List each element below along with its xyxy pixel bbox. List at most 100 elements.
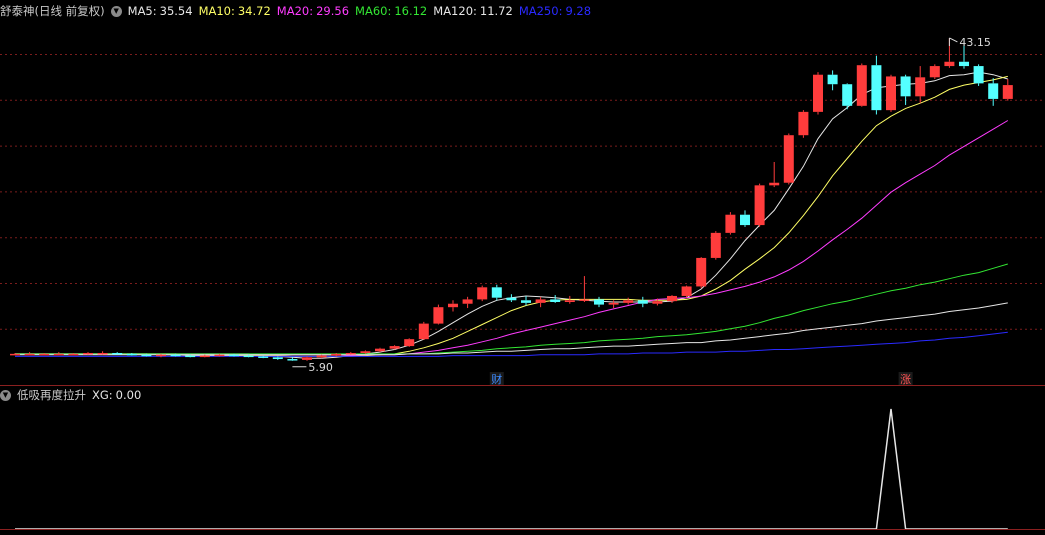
candle[interactable] <box>915 66 926 104</box>
candle[interactable] <box>988 78 999 106</box>
candle[interactable] <box>448 300 458 312</box>
candle[interactable] <box>681 285 692 298</box>
candle[interactable] <box>345 352 356 355</box>
candle-body-up <box>813 74 823 112</box>
candle-body-up <box>667 295 677 302</box>
candle[interactable] <box>433 304 444 325</box>
candle[interactable] <box>783 133 794 185</box>
candle-body-up <box>477 287 488 300</box>
candle-body-down <box>988 83 999 99</box>
candle-body-up <box>360 351 371 353</box>
candle-body-down <box>827 74 838 85</box>
high-annotation-arrow <box>949 37 958 43</box>
candle[interactable] <box>710 231 721 260</box>
ma60-value: 16.12 <box>394 4 428 18</box>
candle[interactable] <box>491 284 502 301</box>
ma120-value: 11.72 <box>479 4 513 18</box>
candle[interactable] <box>900 74 911 105</box>
ma5-value: 35.54 <box>159 4 193 18</box>
xg-legend: XG: 0.00 <box>92 388 141 402</box>
candle-body-down <box>594 299 604 305</box>
candle[interactable] <box>973 64 984 86</box>
candle[interactable] <box>521 295 531 306</box>
candle-body-up <box>929 66 940 78</box>
indicator-title: 低吸再度拉升 <box>17 388 86 402</box>
candle[interactable] <box>83 352 93 355</box>
candle[interactable] <box>579 276 590 302</box>
candle-body-up <box>579 299 590 301</box>
candle[interactable] <box>506 294 517 302</box>
low-price-label: 5.90 <box>308 361 333 374</box>
event-marker[interactable]: 财 <box>489 372 504 386</box>
ma5-label: MA5: <box>127 4 157 18</box>
candle[interactable] <box>769 162 780 188</box>
candle-body-up <box>725 214 736 233</box>
candle[interactable] <box>696 257 707 289</box>
candle-body-up <box>696 257 707 287</box>
candle-body-up <box>623 300 634 303</box>
stock-chart[interactable]: 43.15 5.90 财涨 <box>0 0 1045 535</box>
candle[interactable] <box>550 295 561 303</box>
candle[interactable] <box>740 210 750 227</box>
candle[interactable] <box>813 72 823 115</box>
candle-body-down <box>185 355 196 358</box>
candle[interactable] <box>827 70 838 91</box>
candle-body-up <box>681 286 692 296</box>
candle-body-down <box>287 359 298 361</box>
candle[interactable] <box>725 212 736 235</box>
candle[interactable] <box>1002 79 1013 101</box>
candle-body-up <box>97 352 108 355</box>
event-markers[interactable]: 财涨 <box>489 372 913 386</box>
candle[interactable] <box>623 297 634 305</box>
candle[interactable] <box>418 321 429 341</box>
candle-body-down <box>126 353 137 356</box>
candle[interactable] <box>462 296 473 309</box>
candle[interactable] <box>754 183 765 227</box>
candle-body-up <box>156 354 166 357</box>
candle[interactable] <box>637 296 648 308</box>
candle[interactable] <box>97 351 108 355</box>
candlesticks[interactable] <box>10 37 1013 361</box>
ma250-line <box>15 331 1008 357</box>
chart-title: 舒泰神(日线 前复权) <box>0 4 105 18</box>
candle-body-up <box>856 65 867 106</box>
candle[interactable] <box>535 296 546 308</box>
candle[interactable] <box>798 110 809 138</box>
candle-body-down <box>229 354 239 357</box>
candle[interactable] <box>929 64 940 80</box>
candle-body-down <box>170 354 181 357</box>
candle-body-down <box>637 300 648 304</box>
candle-body-up <box>331 353 342 356</box>
ma10-label: MA10: <box>198 4 235 18</box>
candle-body-up <box>24 353 35 356</box>
candle-body-up <box>345 352 356 355</box>
candle[interactable] <box>871 55 882 115</box>
candle-body-down <box>959 61 969 67</box>
ma10-value: 34.72 <box>237 4 271 18</box>
ma20-value: 29.56 <box>316 4 350 18</box>
ma10-line <box>15 75 1008 357</box>
event-marker[interactable]: 涨 <box>898 372 913 386</box>
ma250-value: 9.28 <box>565 4 592 18</box>
candle[interactable] <box>112 352 123 355</box>
candle[interactable] <box>477 285 488 302</box>
high-price-label: 43.15 <box>959 36 991 49</box>
candle-body-up <box>886 76 896 111</box>
candle[interactable] <box>842 83 853 110</box>
candle-body-up <box>608 302 619 305</box>
candle-body-up <box>302 357 312 360</box>
chevron-down-icon[interactable]: ▼ <box>110 5 122 17</box>
candle[interactable] <box>39 352 50 356</box>
candle[interactable] <box>404 338 415 347</box>
candle[interactable] <box>594 296 604 308</box>
candle[interactable] <box>68 352 79 356</box>
candle-body-up <box>652 301 663 304</box>
indicator-legend: ▼ 低吸再度拉升 XG: 0.00 <box>0 386 141 404</box>
candle-body-up <box>418 323 429 340</box>
candle[interactable] <box>10 352 20 356</box>
candle[interactable] <box>126 352 137 356</box>
chevron-down-icon[interactable]: ▼ <box>0 389 11 401</box>
candle[interactable] <box>886 74 896 112</box>
candle-body-down <box>243 355 254 358</box>
candle[interactable] <box>856 63 867 107</box>
